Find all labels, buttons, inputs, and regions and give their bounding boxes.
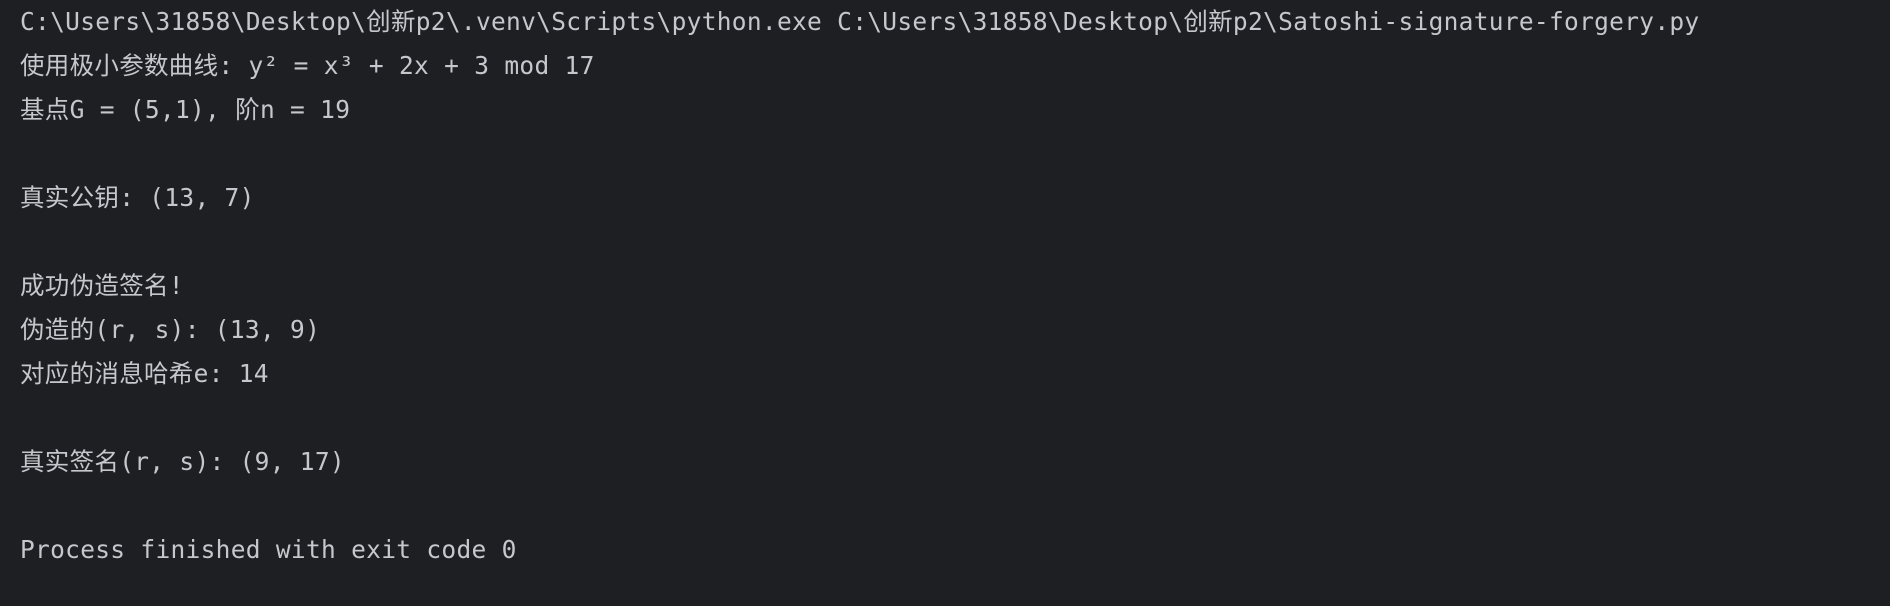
forgery-success-line: 成功伪造签名! (20, 271, 184, 300)
curve-parameters-line: 使用极小参数曲线: y² = x³ + 2x + 3 mod 17 (20, 51, 595, 80)
process-exit-line: Process finished with exit code 0 (20, 535, 517, 564)
public-key-line: 真实公钥: (13, 7) (20, 183, 255, 212)
base-point-line: 基点G = (5,1), 阶n = 19 (20, 95, 351, 124)
message-hash-line: 对应的消息哈希e: 14 (20, 359, 269, 388)
forged-rs-line: 伪造的(r, s): (13, 9) (20, 315, 321, 344)
real-signature-line: 真实签名(r, s): (9, 17) (20, 447, 345, 476)
run-console-output[interactable]: C:\Users\31858\Desktop\创新p2\.venv\Script… (0, 0, 1890, 606)
command-line[interactable]: C:\Users\31858\Desktop\创新p2\.venv\Script… (20, 0, 1890, 44)
